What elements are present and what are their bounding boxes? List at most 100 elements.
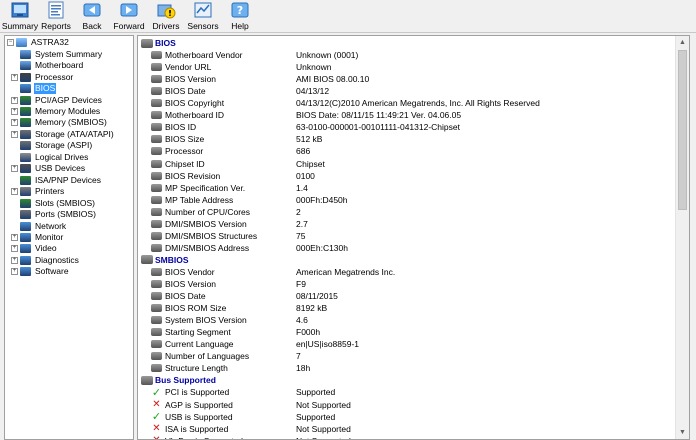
tree-item[interactable]: Network	[11, 220, 67, 231]
expand-icon[interactable]: +	[11, 130, 18, 138]
vertical-scrollbar[interactable]: ▲ ▼	[675, 36, 689, 439]
back-button[interactable]: Back	[74, 0, 110, 33]
sensors-label: Sensors	[187, 21, 219, 31]
tree-item[interactable]: ISA/PNP Devices	[11, 175, 102, 186]
expand-icon[interactable]: +	[11, 96, 18, 104]
chip-icon	[151, 195, 162, 204]
tree-item-label: Storage (ATA/ATAPI)	[35, 128, 114, 139]
cross-icon: ✕	[152, 423, 161, 435]
tree-item[interactable]: + Memory Modules	[11, 106, 101, 117]
reports-button[interactable]: Reports	[38, 0, 74, 33]
tree-item[interactable]: System Summary	[11, 49, 103, 60]
expand-icon[interactable]: +	[11, 245, 18, 253]
summary-button[interactable]: Summary	[2, 0, 38, 33]
property-row[interactable]: Number of CPU/Cores 2	[138, 206, 676, 218]
chip-icon	[151, 328, 162, 337]
property-row[interactable]: Structure Length 18h	[138, 362, 676, 374]
tree-item[interactable]: Logical Drives	[11, 152, 89, 163]
sensors-button[interactable]: Sensors	[184, 0, 222, 33]
expand-icon[interactable]: +	[11, 108, 18, 116]
property-row[interactable]: System BIOS Version 4.6	[138, 314, 676, 326]
property-row[interactable]: Starting Segment F000h	[138, 326, 676, 338]
property-name: DMI/SMBIOS Address	[165, 242, 250, 253]
property-row[interactable]: DMI/SMBIOS Structures 75	[138, 230, 676, 242]
property-name: BIOS Revision	[165, 170, 221, 181]
property-row[interactable]: ✓ PCI is Supported Supported	[138, 386, 676, 399]
property-row[interactable]: BIOS ID 63-0100-000001-00101111-041312-Ch…	[138, 121, 676, 133]
expand-icon[interactable]: +	[11, 188, 18, 196]
chip-icon	[151, 340, 162, 349]
tree-item[interactable]: Ports (SMBIOS)	[11, 209, 97, 220]
property-row[interactable]: BIOS Version AMI BIOS 08.00.10	[138, 73, 676, 85]
scroll-down-icon[interactable]: ▼	[676, 426, 689, 439]
property-row[interactable]: Motherboard ID BIOS Date: 08/11/15 11:49:…	[138, 109, 676, 121]
property-row[interactable]: ✕VL-Bus is SupportedNot Supported	[138, 435, 676, 439]
tree-item[interactable]: + Video	[11, 243, 58, 254]
expand-icon[interactable]: +	[11, 119, 18, 127]
property-row[interactable]: DMI/SMBIOS Address 000Eh:C130h	[138, 242, 676, 254]
expand-icon[interactable]: +	[11, 73, 18, 81]
tree-item[interactable]: + Monitor	[11, 232, 64, 243]
tree-item-icon	[20, 255, 31, 265]
property-row[interactable]: BIOS ROM Size 8192 kB	[138, 302, 676, 314]
forward-button[interactable]: Forward	[110, 0, 148, 33]
tree-root[interactable]: − ASTRA32	[7, 37, 70, 48]
property-value: 7	[296, 351, 301, 362]
expand-icon[interactable]: +	[11, 268, 18, 276]
tree-item[interactable]: + Printers	[11, 186, 65, 197]
scroll-up-icon[interactable]: ▲	[676, 36, 689, 49]
expand-icon[interactable]: +	[11, 165, 18, 173]
chip-icon	[151, 364, 162, 373]
property-row[interactable]: BIOS Size 512 kB	[138, 133, 676, 145]
chip-icon	[151, 292, 162, 301]
tree-item[interactable]: + Processor	[11, 72, 74, 83]
tree-item[interactable]: + Storage (ATA/ATAPI)	[11, 129, 115, 140]
property-row[interactable]: Number of Languages 7	[138, 350, 676, 362]
property-row[interactable]: MP Table Address 000Fh:D450h	[138, 194, 676, 206]
tree-item-icon	[20, 210, 31, 220]
drivers-button[interactable]: Drivers	[148, 0, 184, 33]
tree-item-icon	[20, 72, 31, 82]
property-row[interactable]: BIOS Copyright 04/13/12(C)2010 American M…	[138, 97, 676, 109]
property-row[interactable]: BIOS Date 04/13/12	[138, 85, 676, 97]
tree-item[interactable]: + PCI/AGP Devices	[11, 94, 103, 105]
tree-item[interactable]: + Diagnostics	[11, 255, 80, 266]
property-row[interactable]: ✕ AGP is Supported Not Supported	[138, 399, 676, 411]
sensors-icon	[193, 1, 213, 19]
navigation-tree[interactable]: − ASTRA32 System Summary Motherboard + Proc…	[4, 35, 134, 440]
collapse-icon[interactable]: −	[7, 39, 14, 47]
property-row[interactable]: MP Specification Ver. 1.4	[138, 182, 676, 194]
property-row[interactable]: BIOS Date 08/11/2015	[138, 290, 676, 302]
property-row[interactable]: ✓ USB is Supported Supported	[138, 411, 676, 423]
property-row[interactable]: Processor 686	[138, 145, 676, 157]
tree-item[interactable]: Storage (ASPI)	[11, 140, 93, 151]
scrollbar-thumb[interactable]	[678, 50, 687, 210]
checkmark-icon: ✓	[151, 411, 162, 424]
property-row[interactable]: Motherboard Vendor Unknown (0001)	[138, 49, 676, 61]
property-value: F9	[296, 279, 306, 289]
tree-item[interactable]: + Software	[11, 266, 70, 277]
toolbar: Summary Reports Back Forward Drivers Sen…	[0, 0, 696, 33]
property-value: 04/13/12	[296, 86, 330, 97]
expand-icon[interactable]: +	[11, 233, 18, 241]
tree-item[interactable]: Motherboard	[11, 60, 84, 71]
tree-item[interactable]: + USB Devices	[11, 163, 86, 174]
tree-item[interactable]: Slots (SMBIOS)	[11, 197, 96, 208]
details-panel: BIOS Motherboard Vendor Unknown (0001) Vend…	[137, 35, 690, 440]
property-row[interactable]: DMI/SMBIOS Version 2.7	[138, 218, 676, 230]
property-row[interactable]: BIOS Version F9	[138, 278, 676, 290]
tree-item-icon	[20, 164, 31, 174]
expand-icon[interactable]: +	[11, 256, 18, 264]
property-name: BIOS Version	[165, 279, 217, 289]
property-row[interactable]: Vendor URL Unknown	[138, 61, 676, 73]
property-row[interactable]: BIOS Revision 0100	[138, 170, 676, 182]
property-row[interactable]: BIOS Vendor American Megatrends Inc.	[138, 266, 676, 278]
property-row[interactable]: ✕ ISA is Supported Not Supported	[138, 423, 676, 435]
tree-item[interactable]: + Memory (SMBIOS)	[11, 117, 108, 128]
property-row[interactable]: Chipset ID Chipset	[138, 158, 676, 170]
property-row[interactable]: Current Language en|US|iso8859-1	[138, 338, 676, 350]
help-button[interactable]: ? Help	[222, 0, 258, 33]
tree-item[interactable]: BIOS	[11, 83, 57, 95]
section-title: SMBIOS	[155, 254, 189, 265]
summary-icon	[10, 1, 30, 19]
